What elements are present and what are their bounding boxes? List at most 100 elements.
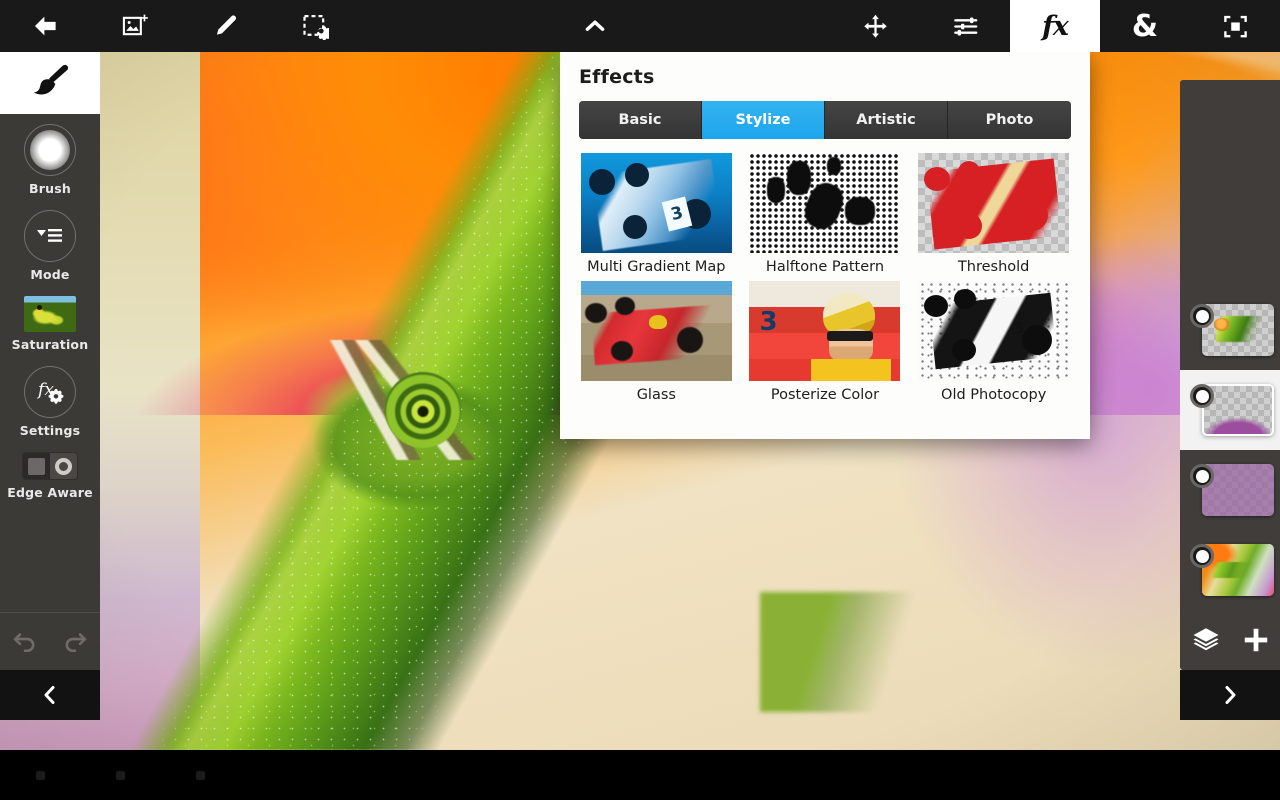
effects-icon[interactable]: fx	[1010, 0, 1100, 52]
layer-visibility-toggle[interactable]	[1190, 384, 1214, 408]
effect-label: Glass	[637, 387, 676, 403]
add-layer-icon[interactable]	[1241, 625, 1271, 655]
effect-item-posterize-color[interactable]: 3 Posterize Color	[748, 281, 903, 403]
transform-icon[interactable]	[830, 0, 920, 52]
wheel	[589, 169, 615, 195]
active-tool-button[interactable]	[0, 52, 100, 114]
effect-thumbnail	[581, 281, 732, 381]
halftone-blob	[787, 161, 811, 195]
layers-icon[interactable]	[1189, 625, 1223, 655]
chevron-left-icon	[38, 682, 62, 708]
selection-settings-icon[interactable]	[270, 0, 360, 52]
driver-sunglasses-art	[827, 331, 873, 341]
wheel	[1022, 325, 1052, 355]
sidebar-item-edge-aware[interactable]: Edge Aware	[0, 452, 100, 500]
visibility-dot-icon	[1196, 390, 1209, 403]
wheel	[924, 295, 948, 317]
sidebar-collapse-button[interactable]	[0, 670, 100, 720]
purple-blob-art	[1204, 416, 1272, 434]
wheel	[958, 161, 980, 183]
halftone-blob	[827, 157, 841, 175]
layer-visibility-toggle[interactable]	[1190, 544, 1214, 568]
collapse-icon[interactable]	[550, 0, 640, 52]
back-icon[interactable]	[0, 0, 90, 52]
blend-icon[interactable]: &	[1100, 0, 1190, 52]
effect-thumbnail: 3	[918, 281, 1069, 381]
fullscreen-icon[interactable]	[1190, 0, 1280, 52]
effects-panel: Effects Basic Stylize Artistic Photo	[560, 52, 1090, 439]
effect-item-halftone-pattern[interactable]: Halftone Pattern	[748, 153, 903, 275]
layers-expand-button[interactable]	[1180, 670, 1280, 720]
tab-photo[interactable]: Photo	[948, 101, 1071, 139]
sidebar-item-saturation[interactable]: Saturation	[0, 296, 100, 352]
top-toolbar: fx &	[0, 0, 1280, 52]
sidebar-item-label: Brush	[29, 181, 71, 196]
chevron-right-icon	[1218, 682, 1242, 708]
effect-item-glass[interactable]: Glass	[579, 281, 734, 403]
undo-icon[interactable]	[10, 628, 40, 656]
tab-label: Stylize	[735, 112, 790, 128]
tab-stylize[interactable]: Stylize	[702, 101, 825, 139]
effect-thumbnail	[918, 153, 1069, 253]
edge-aware-square-option[interactable]	[23, 453, 50, 479]
fullscreen-icon	[1222, 13, 1249, 40]
wheel	[623, 215, 647, 239]
edge-aware-circle-option[interactable]	[50, 453, 77, 479]
photo-lizard-art	[1212, 562, 1258, 578]
sidebar-items: Brush Mode	[0, 114, 100, 612]
wheel	[625, 163, 649, 187]
adjust-icon[interactable]	[920, 0, 1010, 52]
layer-visibility-toggle[interactable]	[1190, 304, 1214, 328]
effect-thumbnail	[749, 153, 900, 253]
nav-recents-dot[interactable]	[196, 771, 205, 780]
tab-label: Basic	[618, 112, 661, 128]
nav-home-dot[interactable]	[116, 771, 125, 780]
effect-item-threshold[interactable]: Threshold	[916, 153, 1071, 275]
wheel	[954, 289, 976, 309]
effect-label: Threshold	[958, 259, 1029, 275]
system-navigation-bar	[0, 750, 1280, 800]
sidebar-item-mode[interactable]: Mode	[0, 210, 100, 282]
circle-icon	[55, 458, 72, 475]
halftone-blob	[845, 197, 875, 225]
redo-icon[interactable]	[60, 628, 90, 656]
sidebar-item-label: Saturation	[12, 337, 89, 352]
add-photo-icon[interactable]	[90, 0, 180, 52]
paintbrush-icon	[27, 63, 73, 103]
frog-shape	[30, 304, 70, 330]
layers-panel-footer	[1180, 610, 1280, 670]
tab-artistic[interactable]: Artistic	[825, 101, 948, 139]
effects-panel-title: Effects	[560, 52, 1090, 88]
wheel	[956, 213, 982, 239]
wheel	[615, 297, 635, 315]
mode-list-icon	[24, 210, 76, 262]
wheel	[924, 167, 950, 191]
sidebar-item-settings[interactable]: fx Settings	[0, 366, 100, 438]
layer-row[interactable]	[1180, 530, 1280, 610]
layer-row[interactable]	[1180, 450, 1280, 530]
wheel	[1016, 199, 1048, 231]
undo-redo-row	[0, 612, 100, 670]
effect-item-multi-gradient-map[interactable]: 3 Multi Gradient Map	[579, 153, 734, 275]
effects-grid: 3 Multi Gradient Map Halftone Pattern	[579, 153, 1071, 403]
effect-thumbnail: 3	[581, 153, 732, 253]
draw-icon[interactable]	[180, 0, 270, 52]
car-number: 3	[759, 307, 789, 341]
edge-aware-toggle[interactable]	[22, 452, 78, 480]
sidebar-item-brush[interactable]: Brush	[0, 124, 100, 196]
wheel	[952, 339, 976, 361]
brush-size-icon	[24, 124, 76, 176]
sliders-icon	[952, 13, 979, 40]
effect-item-old-photocopy[interactable]: 3 Old Photocopy	[916, 281, 1071, 403]
square-icon	[28, 458, 45, 475]
sidebar-item-label: Edge Aware	[7, 485, 93, 500]
nav-back-dot[interactable]	[36, 771, 45, 780]
layer-visibility-toggle[interactable]	[1190, 464, 1214, 488]
tab-basic[interactable]: Basic	[579, 101, 702, 139]
ampersand-icon: &	[1132, 9, 1158, 44]
sidebar-item-label: Mode	[30, 267, 69, 282]
image-plus-icon	[121, 12, 149, 40]
saturation-thumbnail	[24, 296, 76, 332]
layer-row[interactable]	[1180, 370, 1280, 450]
layer-row[interactable]	[1180, 290, 1280, 370]
